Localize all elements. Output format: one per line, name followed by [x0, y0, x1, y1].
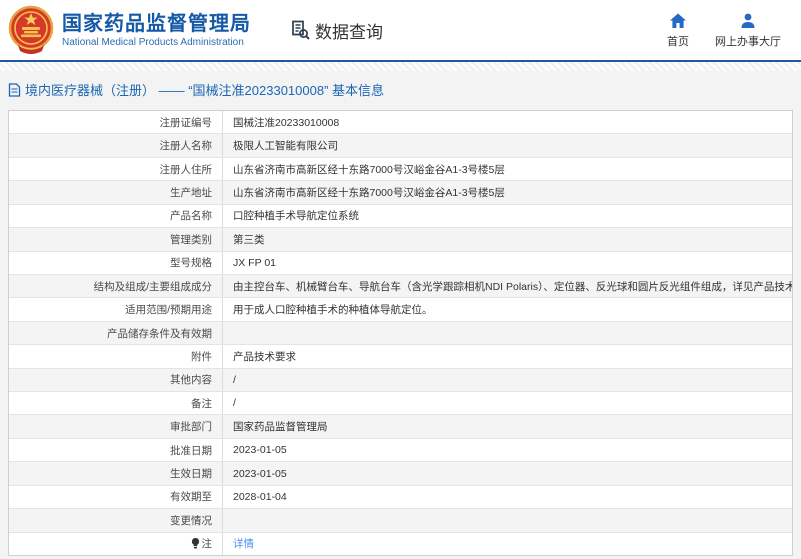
row-label: 变更情况 [9, 509, 223, 532]
row-label: 产品名称 [9, 204, 223, 228]
row-value: / [233, 397, 236, 410]
org-name-en: National Medical Products Administration [62, 36, 244, 48]
row-label: 有效期至 [9, 485, 223, 509]
stripe-band [0, 62, 801, 71]
row-label: 产品储存条件及有效期 [9, 321, 223, 345]
site-header: 国家药品监督管理局 National Medical Products Admi… [0, 0, 801, 60]
row-label: 附件 [9, 345, 223, 368]
row-label: 注册人住所 [9, 157, 223, 181]
row-value: 2023-01-05 [233, 467, 287, 480]
national-emblem-logo [8, 5, 54, 55]
table-row: 审批部门 国家药品监督管理局 [9, 415, 792, 439]
row-value [223, 509, 792, 531]
user-icon [739, 12, 757, 30]
table-row: 其他内容 / [9, 368, 792, 393]
home-icon [669, 12, 687, 30]
row-value: 国家药品监督管理局 [233, 421, 328, 434]
detail-link[interactable]: 详情 [233, 536, 254, 551]
row-value: 用于成人口腔种植手术的种植体导航定位。 [233, 304, 433, 317]
lightbulb-icon [191, 538, 200, 549]
row-label: 生产地址 [9, 181, 223, 204]
section-title: 数据查询 [315, 22, 383, 42]
row-label: 结构及组成/主要组成成分 [9, 274, 223, 298]
row-label: 管理类别 [9, 228, 223, 251]
table-row: 产品名称 口腔种植手术导航定位系统 [9, 204, 792, 229]
table-row: 生效日期 2023-01-05 [9, 462, 792, 486]
breadcrumb-bar: 境内医疗器械（注册） —— “国械注准20233010008” 基本信息 [0, 71, 801, 108]
table-row: 附件 产品技术要求 [9, 345, 792, 369]
table-row: 适用范围/预期用途 用于成人口腔种植手术的种植体导航定位。 [9, 298, 792, 322]
table-row: 产品储存条件及有效期 [9, 321, 792, 346]
table-row: 注详情 [9, 532, 792, 556]
section-data-query: 数据查询 [289, 18, 383, 43]
row-value: 口腔种植手术导航定位系统 [233, 210, 359, 223]
document-icon [8, 82, 21, 97]
nav-item-home[interactable]: 首页 [667, 12, 689, 49]
row-label: 注册人名称 [9, 134, 223, 157]
info-table: 注册证编号 国械注准20233010008 注册人名称 极限人工智能有限公司 注册人住所… [8, 110, 793, 556]
row-label: 生效日期 [9, 462, 223, 485]
row-value: 2028-01-04 [233, 490, 287, 503]
row-label: 适用范围/预期用途 [9, 298, 223, 321]
row-value: / [233, 373, 236, 386]
table-row: 生产地址 山东省济南市高新区经十东路7000号汉峪金谷A1-3号楼5层 [9, 181, 792, 205]
row-label: 审批部门 [9, 415, 223, 438]
row-value: 第三类 [233, 233, 265, 246]
brand-block: 国家药品监督管理局 National Medical Products Admi… [62, 12, 251, 49]
row-value: 详情 [223, 533, 792, 555]
row-label: 注册证编号 [9, 111, 223, 134]
table-row: 注册人名称 极限人工智能有限公司 [9, 134, 792, 158]
table-row: 注册人住所 山东省济南市高新区经十东路7000号汉峪金谷A1-3号楼5层 [9, 157, 792, 182]
table-row: 批准日期 2023-01-05 [9, 438, 792, 463]
row-value: 山东省济南市高新区经十东路7000号汉峪金谷A1-3号楼5层 [233, 163, 505, 176]
nav-item-service-hall[interactable]: 网上办事大厅 [715, 12, 781, 49]
breadcrumb: 境内医疗器械（注册） —— “国械注准20233010008” 基本信息 [25, 83, 385, 98]
table-row: 注册证编号 国械注准20233010008 [9, 111, 792, 135]
row-label: 批准日期 [9, 438, 223, 462]
row-label: 型号规格 [9, 251, 223, 274]
row-label: 备注 [9, 392, 223, 415]
nav-label: 首页 [667, 35, 689, 48]
data-query-icon [289, 19, 311, 41]
row-label: 其他内容 [9, 368, 223, 392]
row-value: 极限人工智能有限公司 [233, 140, 338, 153]
org-name: 国家药品监督管理局 [62, 12, 251, 35]
row-value: 国械注准20233010008 [233, 116, 340, 129]
row-value: 产品技术要求 [233, 350, 296, 363]
row-value: 2023-01-05 [233, 444, 287, 457]
table-row: 管理类别 第三类 [9, 228, 792, 252]
row-value: 山东省济南市高新区经十东路7000号汉峪金谷A1-3号楼5层 [233, 186, 505, 199]
table-row: 有效期至 2028-01-04 [9, 485, 792, 510]
row-value [223, 322, 792, 344]
row-value: JX FP 01 [233, 256, 276, 269]
table-row: 型号规格 JX FP 01 [9, 251, 792, 275]
nav-label: 网上办事大厅 [715, 35, 781, 48]
table-row: 结构及组成/主要组成成分 由主控台车、机械臂台车、导航台车（含光学跟踪相机NDI … [9, 274, 792, 299]
table-row: 备注 / [9, 392, 792, 416]
header-nav: 首页 网上办事大厅 [667, 12, 781, 49]
row-value: 由主控台车、机械臂台车、导航台车（含光学跟踪相机NDI Polaris）、定位器… [233, 280, 792, 293]
table-row: 变更情况 [9, 509, 792, 533]
row-label: 注 [9, 532, 223, 556]
